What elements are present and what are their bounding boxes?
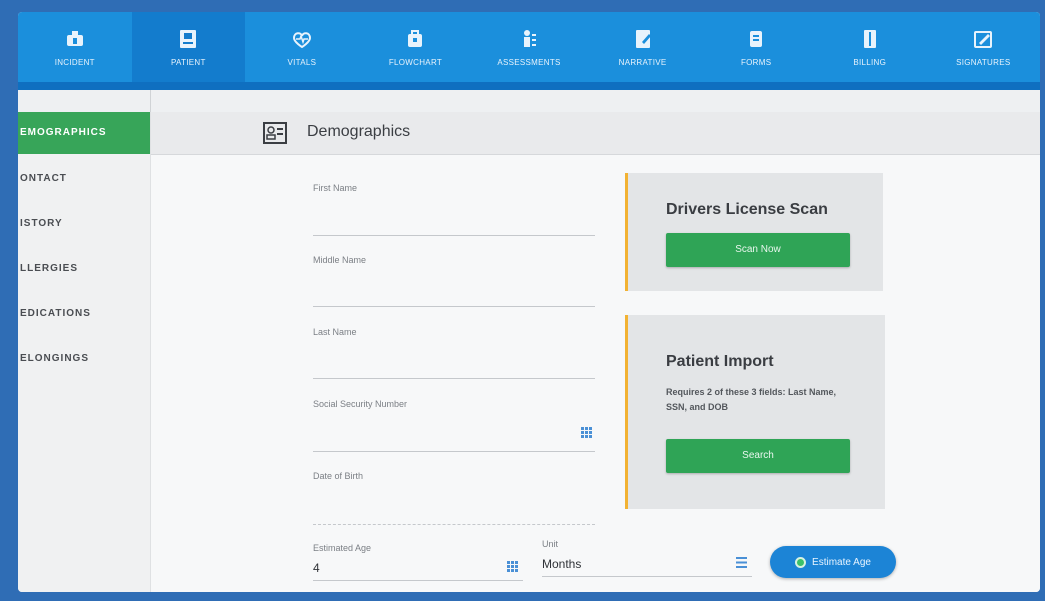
page-title: Demographics [307,123,411,140]
import-card-title: Patient Import [666,353,774,370]
nav-forms[interactable]: FORMS [699,12,813,82]
ssn-field[interactable]: Social Security Number [313,399,595,457]
last-name-field[interactable]: Last Name [313,327,595,385]
nav-signatures-label: SIGNATURES [956,57,1011,67]
age-unit-underline [542,576,752,577]
top-nav: INCIDENT PATIENT VITALS FLOWCHART ASSESS… [18,12,1040,82]
age-unit-label: Unit [542,539,559,549]
keypad-icon[interactable] [507,561,518,572]
nav-incident[interactable]: INCIDENT [18,12,132,82]
nav-narrative-label: NARRATIVE [618,57,667,67]
sidebar-item-label: ELONGINGS [20,353,90,364]
sidebar-item-allergies[interactable]: LLERGIES [18,248,150,290]
sidebar: EMOGRAPHICS ONTACT ISTORY LLERGIES EDICA… [18,112,151,592]
estimated-age-label: Estimated Age [313,543,372,553]
middle-name-field[interactable]: Middle Name [313,255,595,313]
nav-incident-label: INCIDENT [54,57,95,67]
sidebar-item-belongings[interactable]: ELONGINGS [18,338,150,380]
sidebar-item-label: ONTACT [20,173,67,184]
dob-label: Date of Birth [313,471,364,481]
estimated-age-value: 4 [313,561,320,575]
estimate-age-icon [795,556,807,568]
nav-forms-label: FORMS [740,57,772,67]
section-header: Demographics [151,112,1040,155]
sidebar-item-label: EMOGRAPHICS [20,127,107,138]
first-name-underline [313,235,595,236]
estimate-age-label: Estimate Age [812,556,871,568]
nav-billing[interactable]: BILLING [813,12,927,82]
ssn-label: Social Security Number [313,399,408,409]
estimate-age-button[interactable]: Estimate Age [770,546,896,578]
nav-vitals-label: VITALS [287,57,317,67]
license-card-title: Drivers License Scan [666,201,828,218]
id-card-icon [263,122,287,144]
vitals-icon [292,31,311,48]
flowchart-icon [408,29,423,47]
nav-narrative[interactable]: NARRATIVE [586,12,700,82]
last-name-label: Last Name [313,327,357,337]
dob-field[interactable]: Date of Birth [313,471,595,529]
import-card-note: Requires 2 of these 3 fields: Last Name,… [666,387,837,412]
first-name-field[interactable]: First Name [313,183,595,241]
nav-assessments-label: ASSESSMENTS [497,57,561,67]
nav-signatures[interactable]: SIGNATURES [927,12,1041,82]
sidebar-item-contact[interactable]: ONTACT [18,158,150,200]
assessments-icon [524,29,537,47]
estimated-age-field[interactable]: Estimated Age 4 [313,543,523,591]
nav-assessments[interactable]: ASSESSMENTS [472,12,586,82]
signatures-icon [974,30,993,48]
nav-patient-label: PATIENT [170,57,206,67]
search-button[interactable]: Search [666,439,850,473]
last-name-underline [313,378,595,379]
sidebar-item-medications[interactable]: EDICATIONS [18,293,150,335]
nav-billing-label: BILLING [853,57,887,67]
patient-icon [180,29,197,48]
estimated-age-underline [313,580,523,581]
toolbar-divider [150,90,151,112]
nav-flowchart[interactable]: FLOWCHART [359,12,473,82]
ssn-underline [313,451,595,452]
sub-toolbar [18,90,1040,113]
nav-flowchart-label: FLOWCHART [388,57,443,67]
billing-icon [863,29,876,48]
sidebar-item-history[interactable]: ISTORY [18,203,150,245]
form-area: First Name Middle Name Last Name Social … [151,155,1040,592]
middle-name-label: Middle Name [313,255,367,265]
first-name-label: First Name [313,183,358,193]
forms-icon [750,30,763,47]
age-unit-select[interactable]: Unit Months [542,539,752,587]
nav-underbar [18,82,1040,90]
license-scan-card: Drivers License Scan Scan Now [625,173,883,291]
middle-name-underline [313,306,595,307]
dob-underline [313,524,595,525]
incident-icon [66,30,83,46]
sidebar-item-label: ISTORY [20,218,63,229]
narrative-icon [635,29,651,48]
sidebar-item-demographics[interactable]: EMOGRAPHICS [18,112,150,154]
nav-patient[interactable]: PATIENT [131,12,246,82]
app-screen: INCIDENT PATIENT VITALS FLOWCHART ASSESS… [18,12,1040,592]
list-icon[interactable] [736,557,747,568]
age-unit-value: Months [542,557,582,571]
sidebar-item-label: LLERGIES [20,263,79,274]
nav-vitals[interactable]: VITALS [245,12,359,82]
patient-import-card: Patient Import Requires 2 of these 3 fie… [625,315,885,509]
sidebar-item-label: EDICATIONS [20,308,91,319]
keypad-icon[interactable] [581,427,592,438]
scan-now-button[interactable]: Scan Now [666,233,850,267]
